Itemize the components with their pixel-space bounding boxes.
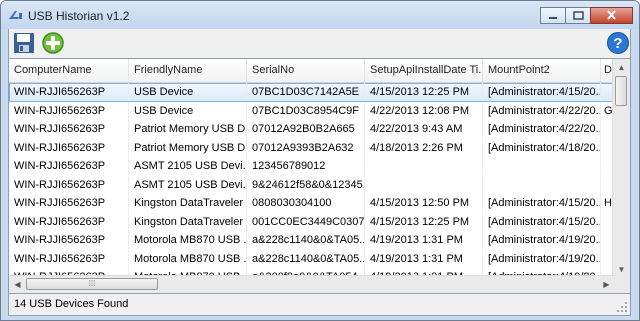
cell-friendly-name: Patriot Memory USB D... — [129, 120, 247, 138]
cell-friendly-name: Kingston DataTraveler ... — [129, 212, 247, 231]
resize-grip-icon[interactable] — [616, 301, 628, 313]
grid-header: ComputerName FriendlyName SerialNo Setup… — [9, 59, 615, 83]
cell-friendly-name: ASMT 2105 USB Devi... — [129, 175, 247, 194]
cell-serial-no: a&228c1140&0&TA05... — [247, 249, 365, 268]
cell-mount-point: [Administrator:4/15/20... — [483, 212, 601, 231]
cell-friendly-name: Kingston DataTraveler ... — [129, 194, 247, 212]
cell-install-date — [365, 175, 483, 194]
scrollbar-corner — [613, 276, 630, 293]
cell-computer-name: WIN-RJJI656263P — [9, 249, 129, 268]
maximize-button[interactable] — [565, 7, 591, 24]
cell-friendly-name: USB Device — [129, 101, 247, 120]
column-header-friendly-name[interactable]: FriendlyName — [129, 59, 247, 82]
table-row[interactable]: WIN-RJJI656263P USB Device 07BC1D03C8954C9… — [9, 101, 615, 121]
cell-mount-point: [Administrator:4/22/20... — [483, 120, 601, 138]
table-row[interactable]: WIN-RJJI656263P USB Device 07BC1D03C7142A5… — [9, 83, 615, 102]
cell-install-date — [365, 157, 483, 175]
table-row[interactable]: WIN-RJJI656263P Kingston DataTraveler ...… — [9, 212, 615, 232]
minimize-icon — [549, 17, 557, 19]
column-header-computer-name[interactable]: ComputerName — [9, 59, 129, 82]
column-header-setupapi-install-date[interactable]: SetupApiInstallDate Ti... — [365, 59, 483, 82]
table-row[interactable]: WIN-RJJI656263PMotorola MB870 USB ...a&2… — [9, 249, 615, 269]
cell-friendly-name: USB Device — [129, 83, 247, 101]
minimize-button[interactable] — [540, 7, 566, 24]
cell-friendly-name: Motorola MB870 USB ... — [129, 231, 247, 249]
cell-computer-name: WIN-RJJI656263P — [9, 175, 129, 194]
table-row[interactable]: WIN-RJJI656263P Patriot Memory USB D... 07… — [9, 138, 615, 158]
cell-install-date: 4/15/2013 12:25 PM — [365, 83, 483, 101]
cell-install-date: 4/22/2013 12:08 PM — [365, 101, 483, 120]
svg-text:?: ? — [613, 35, 622, 52]
cell-computer-name: WIN-RJJI656263P — [9, 120, 129, 138]
cell-mount-point: [Administrator:4/22/20... — [483, 101, 601, 120]
help-question-icon[interactable]: ? — [606, 31, 630, 55]
vertical-scrollbar[interactable]: ▲ ▼ — [612, 59, 630, 278]
usb-historian-logo-icon — [9, 11, 22, 19]
horizontal-scrollbar[interactable]: ◀ ⁞⁞⁞ ▶ — [9, 275, 615, 293]
cell-computer-name: WIN-RJJI656263P — [9, 157, 129, 175]
cell-install-date: 4/15/2013 12:50 PM — [365, 194, 483, 212]
cell-serial-no: 07012A9393B2A632 — [247, 138, 365, 157]
horizontal-scroll-thumb[interactable]: ⁞⁞⁞ — [26, 278, 158, 290]
cell-mount-point: [Administrator:4/15/20... — [483, 83, 601, 101]
table-row[interactable]: WIN-RJJI656263PMotorola MB870 USB ...a&2… — [9, 231, 615, 250]
scroll-left-icon[interactable]: ◀ — [9, 276, 26, 293]
window-title: USB Historian v1.2 — [28, 9, 130, 23]
app-window: USB Historian v1.2 ? ComputerName Friend… — [0, 0, 640, 321]
cell-computer-name: WIN-RJJI656263P — [9, 212, 129, 231]
cell-install-date: 4/15/2013 12:25 PM — [365, 212, 483, 231]
cell-serial-no: a&228c1140&0&TA05... — [247, 231, 365, 249]
cell-friendly-name: Motorola MB870 USB ... — [129, 249, 247, 268]
cell-friendly-name: ASMT 2105 USB Devi... — [129, 157, 247, 175]
status-text: 14 USB Devices Found — [14, 298, 129, 310]
vertical-scroll-thumb[interactable] — [615, 76, 627, 106]
column-header-serial-no[interactable]: SerialNo — [247, 59, 365, 82]
cell-mount-point: [Administrator:4/19/20... — [483, 249, 601, 268]
column-header-mount-point[interactable]: MountPoint2 — [483, 59, 601, 82]
cell-serial-no: 9&24612f58&0&12345... — [247, 175, 365, 194]
status-bar: 14 USB Devices Found — [8, 294, 631, 316]
cell-friendly-name: Patriot Memory USB D... — [129, 138, 247, 157]
save-disk-icon[interactable] — [12, 31, 36, 55]
cell-computer-name: WIN-RJJI656263P — [9, 83, 129, 101]
cell-install-date: 4/18/2013 2:26 PM — [365, 138, 483, 157]
title-bar[interactable]: USB Historian v1.2 — [1, 1, 639, 29]
grid-rows: WIN-RJJI656263P USB Device 07BC1D03C7142A5… — [9, 83, 615, 278]
cell-mount-point — [483, 175, 601, 194]
cell-serial-no: 123456789012 — [247, 157, 365, 175]
cell-serial-no: 07BC1D03C8954C9F — [247, 101, 365, 120]
cell-computer-name: WIN-RJJI656263P — [9, 194, 129, 212]
maximize-icon — [573, 11, 584, 20]
table-row[interactable]: WIN-RJJI656263P ASMT 2105 USB Devi... 9&24… — [9, 175, 615, 195]
cell-computer-name: WIN-RJJI656263P — [9, 231, 129, 249]
close-icon — [607, 10, 616, 20]
usb-devices-grid[interactable]: ComputerName FriendlyName SerialNo Setup… — [8, 58, 631, 294]
add-plus-icon[interactable] — [41, 31, 65, 55]
cell-mount-point: [Administrator:4/19/20... — [483, 231, 601, 249]
cell-mount-point — [483, 157, 601, 175]
cell-computer-name: WIN-RJJI656263P — [9, 101, 129, 120]
scroll-up-icon[interactable]: ▲ — [613, 59, 630, 76]
table-row[interactable]: WIN-RJJI656263P ASMT 2105 USB Devi... 1234… — [9, 157, 615, 176]
close-button[interactable] — [590, 7, 633, 24]
cell-serial-no: 07012A92B0B2A665 — [247, 120, 365, 138]
cell-computer-name: WIN-RJJI656263P — [9, 138, 129, 157]
cell-install-date: 4/19/2013 1:31 PM — [365, 249, 483, 268]
cell-serial-no: 001CC0EC3449C0307... — [247, 212, 365, 231]
cell-install-date: 4/19/2013 1:31 PM — [365, 231, 483, 249]
table-row[interactable]: WIN-RJJI656263P Patriot Memory USB D... 07… — [9, 120, 615, 139]
cell-serial-no: 07BC1D03C7142A5E — [247, 83, 365, 101]
cell-install-date: 4/22/2013 9:43 AM — [365, 120, 483, 138]
cell-serial-no: 0808030304100 — [247, 194, 365, 212]
toolbar: ? — [8, 29, 631, 58]
cell-mount-point: [Administrator:4/18/20... — [483, 138, 601, 157]
cell-mount-point: [Administrator:4/15/20... — [483, 194, 601, 212]
table-row[interactable]: WIN-RJJI656263P Kingston DataTraveler ...… — [9, 194, 615, 213]
